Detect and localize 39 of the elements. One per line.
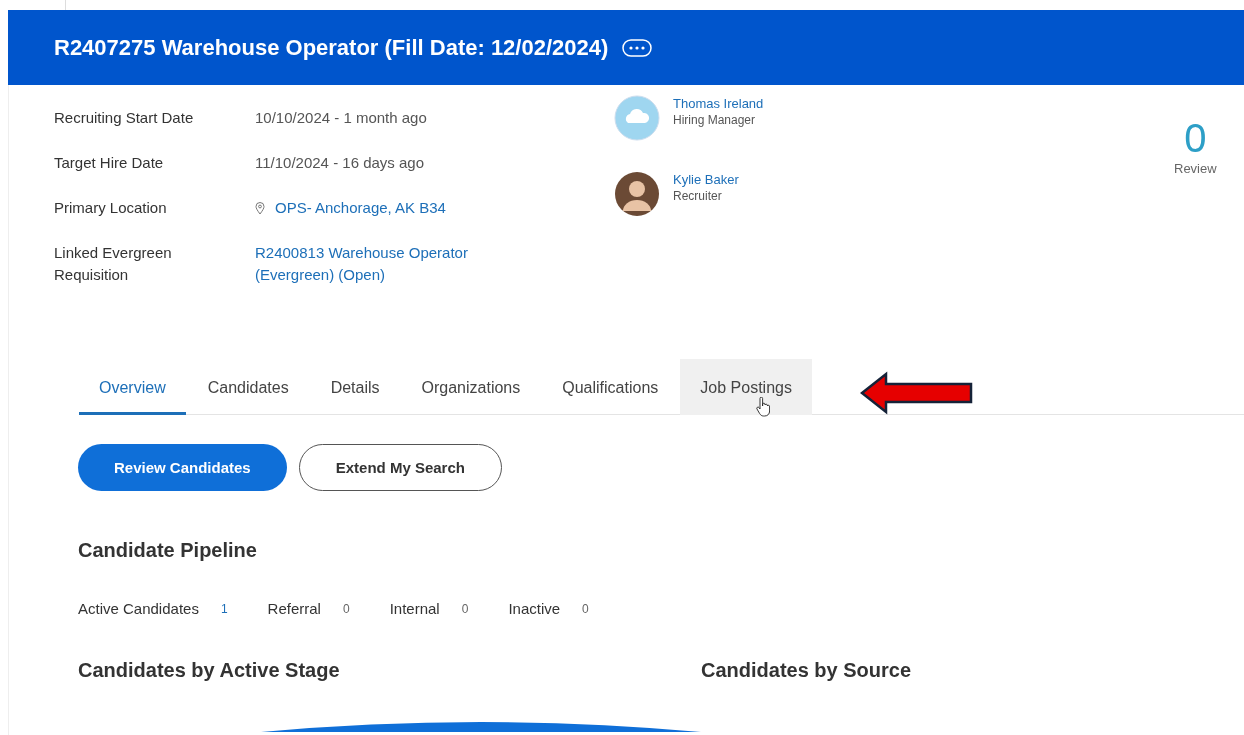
field-label: Primary Location — [54, 198, 168, 218]
tab[interactable]: Qualifications — [542, 359, 679, 415]
avatar-silhouette-icon — [614, 171, 660, 217]
count-value: 0 — [342, 601, 350, 616]
action-button[interactable]: Extend My Search — [298, 444, 502, 491]
person-role: Hiring Manager — [673, 113, 757, 127]
section-heading: Candidate Pipeline — [78, 539, 258, 562]
person-link[interactable]: Thomas Ireland — [673, 95, 764, 113]
field-label: Linked Evergreen Requisition — [54, 243, 173, 285]
hand-cursor-icon — [756, 397, 771, 417]
person-role: Recruiter — [673, 189, 723, 203]
field-value: 11/10/2024 - 16 days ago — [255, 153, 425, 173]
field-label: Recruiting Start Date — [54, 108, 195, 128]
tab[interactable]: Details — [310, 359, 400, 415]
tab[interactable]: Candidates — [187, 359, 309, 415]
count-label: Active Candidates — [78, 600, 199, 617]
page-title: R2407275 Warehouse Operator (Fill Date: 12/02/2024) — [54, 34, 609, 61]
tab[interactable]: Overview — [79, 359, 186, 415]
field-label: Target Hire Date — [54, 153, 165, 173]
section-heading: Candidates by Source — [701, 659, 913, 682]
more-options-icon[interactable] — [622, 38, 653, 57]
field-value: 10/10/2024 - 1 month ago — [255, 108, 427, 128]
person-link[interactable]: Kylie Baker — [673, 171, 739, 189]
count-link[interactable]: 1 — [220, 601, 228, 616]
tab[interactable]: Job Postings — [680, 359, 812, 415]
section-heading: Candidates by Active Stage — [78, 659, 341, 682]
count-label: Inactive — [508, 600, 561, 617]
review-label: Review — [1174, 161, 1217, 176]
location-pin-icon — [255, 201, 265, 215]
count-value: 0 — [582, 601, 589, 616]
count-value: 0 — [461, 601, 469, 616]
location-link[interactable]: OPS- Anchorage, AK B34 — [275, 197, 446, 219]
requisition-link[interactable]: R2400813 Warehouse Operator (Evergreen) (Open) — [255, 242, 505, 286]
count-label: Internal — [389, 600, 440, 617]
tab[interactable]: Organizations — [401, 359, 541, 415]
count-label: Referral — [267, 600, 321, 617]
review-count[interactable]: 0 — [1184, 115, 1207, 161]
action-button[interactable]: Review Candidates — [78, 444, 287, 491]
cloud-avatar-icon — [614, 95, 660, 141]
